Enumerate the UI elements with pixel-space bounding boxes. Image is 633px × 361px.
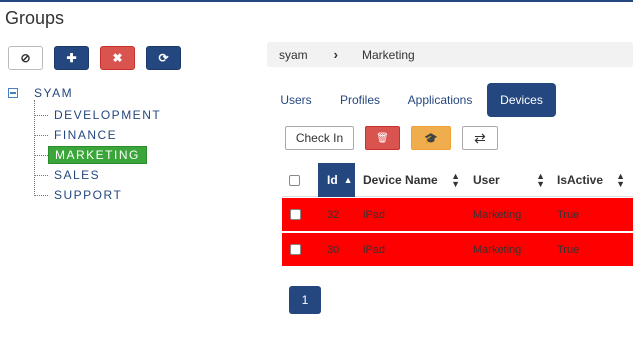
tab-profiles[interactable]: Profiles bbox=[333, 83, 387, 117]
column-header-label: Id bbox=[327, 173, 338, 187]
sort-icon: ▲ ▼ bbox=[451, 171, 460, 189]
add-button[interactable]: ✚ bbox=[54, 46, 89, 70]
tree-item-sales[interactable]: SALES bbox=[34, 166, 106, 184]
tree-item-label[interactable]: SALES bbox=[48, 167, 106, 183]
tree-connector bbox=[34, 134, 48, 136]
tree-item-label[interactable]: SUPPORT bbox=[48, 187, 128, 203]
delete-button[interactable]: ✖ bbox=[100, 46, 135, 70]
cell-user: Marketing bbox=[473, 208, 522, 221]
table-row[interactable]: 32 iPad Marketing True bbox=[282, 198, 633, 231]
tree-connector bbox=[34, 174, 48, 176]
chevron-right-icon: › bbox=[333, 47, 339, 62]
column-header-user[interactable]: User ▲ ▼ bbox=[473, 163, 545, 197]
tree-connector bbox=[34, 154, 48, 156]
row-checkbox[interactable] bbox=[290, 244, 301, 255]
breadcrumb: syam › Marketing bbox=[267, 42, 633, 67]
row-select-cell bbox=[290, 198, 301, 231]
select-all-checkbox[interactable] bbox=[289, 174, 300, 186]
tree-item-development[interactable]: DEVELOPMENT bbox=[34, 106, 167, 124]
graduation-button[interactable]: 🎓 bbox=[411, 126, 451, 150]
column-header-label: Device Name bbox=[363, 173, 438, 187]
table-header: Id ▲ Device Name ▲ ▼ User ▲ ▼ IsActive ▲ ▼ bbox=[282, 163, 633, 197]
exchange-icon: ⇄ bbox=[474, 129, 486, 146]
tree-connector bbox=[34, 114, 48, 116]
tree-item-label[interactable]: MARKETING bbox=[48, 146, 147, 164]
tree-item-label[interactable]: DEVELOPMENT bbox=[48, 107, 167, 123]
tree-item-finance[interactable]: FINANCE bbox=[34, 126, 123, 144]
ban-icon: ⊘ bbox=[20, 51, 31, 65]
cell-device-name: iPad bbox=[363, 243, 386, 256]
page-button-1[interactable]: 1 bbox=[289, 286, 321, 314]
tree-root-label[interactable]: SYAM bbox=[34, 86, 73, 100]
times-icon: ✖ bbox=[112, 51, 123, 65]
breadcrumb-item-syam[interactable]: syam bbox=[279, 48, 308, 62]
tree-connector bbox=[34, 194, 48, 196]
check-in-button[interactable]: Check In bbox=[285, 126, 354, 150]
column-header-isactive[interactable]: IsActive ▲ ▼ bbox=[557, 163, 625, 197]
tab-users[interactable]: Users bbox=[273, 83, 319, 117]
column-header-id[interactable]: Id ▲ bbox=[318, 163, 355, 197]
transfer-button[interactable]: ⇄ bbox=[462, 126, 498, 150]
sort-icon: ▲ ▼ bbox=[616, 171, 625, 189]
tab-devices[interactable]: Devices bbox=[487, 83, 556, 117]
cell-id: 32 bbox=[327, 208, 340, 221]
graduation-cap-icon: 🎓 bbox=[424, 132, 438, 145]
row-checkbox[interactable] bbox=[290, 209, 301, 220]
cell-user: Marketing bbox=[473, 243, 522, 256]
refresh-button[interactable]: ⟳ bbox=[146, 46, 181, 70]
clear-button[interactable]: ⊘ bbox=[8, 46, 43, 70]
cell-isactive: True bbox=[557, 208, 580, 221]
breadcrumb-item-marketing: Marketing bbox=[362, 47, 415, 62]
tree-item-marketing[interactable]: MARKETING bbox=[34, 146, 147, 164]
sort-icon: ▲ ▼ bbox=[536, 171, 545, 189]
tree-root[interactable]: SYAM bbox=[8, 86, 73, 100]
collapse-icon[interactable] bbox=[8, 88, 18, 98]
cell-isactive: True bbox=[557, 243, 580, 256]
column-header-label: IsActive bbox=[557, 173, 604, 187]
page-title: Groups bbox=[5, 8, 65, 28]
top-border bbox=[0, 0, 633, 2]
row-select-cell bbox=[290, 233, 301, 266]
cell-id: 30 bbox=[327, 243, 340, 256]
delete-device-button[interactable]: 🗑 bbox=[365, 126, 400, 150]
tree-item-label[interactable]: FINANCE bbox=[48, 127, 123, 143]
table-row[interactable]: 30 iPad Marketing True bbox=[282, 233, 633, 266]
trash-icon: 🗑 bbox=[376, 132, 389, 144]
sort-ascending-icon: ▲ bbox=[343, 175, 353, 185]
column-header-device-name[interactable]: Device Name ▲ ▼ bbox=[363, 163, 460, 197]
tab-applications[interactable]: Applications bbox=[400, 83, 480, 117]
plus-icon: ✚ bbox=[66, 51, 77, 65]
select-all-cell bbox=[289, 163, 300, 197]
column-header-label: User bbox=[473, 173, 500, 187]
cell-device-name: iPad bbox=[363, 208, 386, 221]
refresh-icon: ⟳ bbox=[158, 51, 169, 65]
tree-item-support[interactable]: SUPPORT bbox=[34, 186, 128, 204]
